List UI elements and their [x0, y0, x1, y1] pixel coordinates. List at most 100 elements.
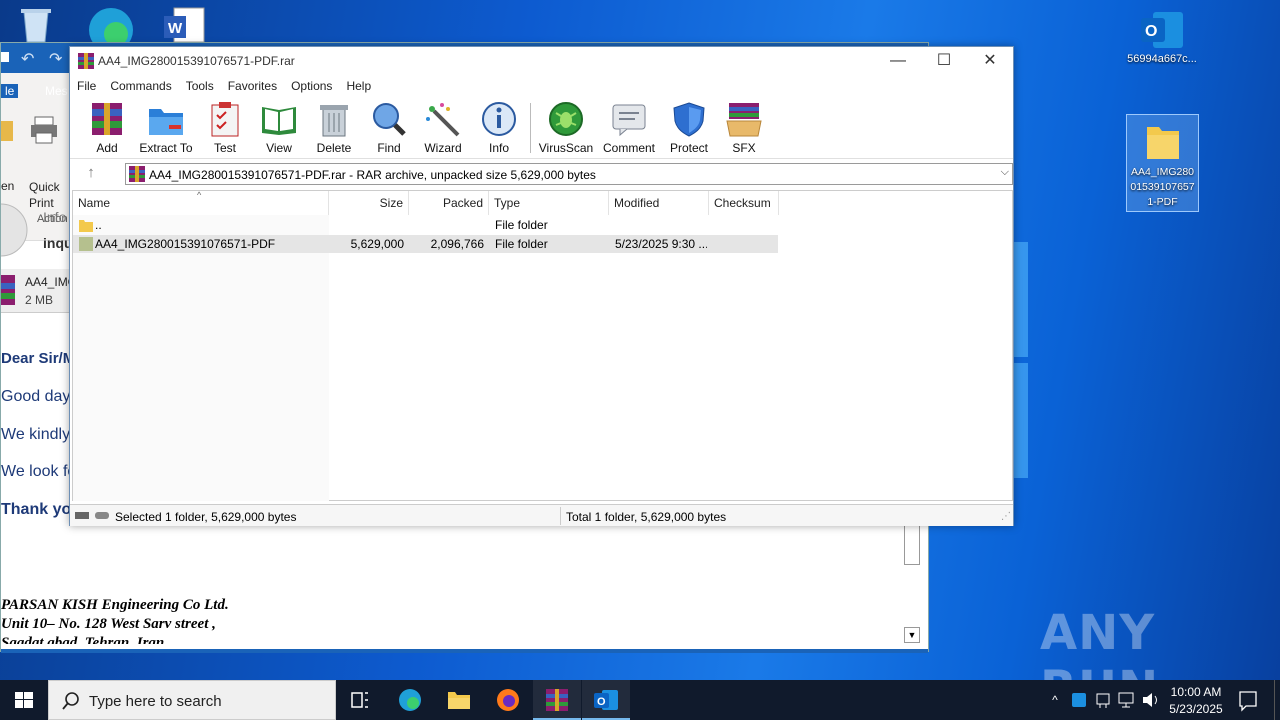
menu-tools[interactable]: Tools — [179, 75, 221, 93]
taskbar-search-box[interactable]: Type here to search — [48, 680, 336, 720]
file-list: Name ^ Size Packed Type Modified Checksum… — [72, 190, 1013, 501]
tray-usb[interactable] — [1092, 680, 1114, 720]
view-book-icon — [262, 107, 296, 135]
word-desktop-icon[interactable]: W — [162, 6, 208, 43]
resize-grip-icon[interactable]: ⋰ — [1001, 511, 1011, 522]
cell-packed: 2,096,766 — [430, 237, 484, 251]
menu-help[interactable]: Help — [339, 75, 378, 93]
cell-modified: 5/23/2025 9:30 ... — [615, 237, 707, 251]
scrollbar-thumb[interactable] — [904, 525, 920, 565]
maximize-icon: ☐ — [936, 52, 952, 69]
virusscan-label: VirusScan — [538, 141, 594, 155]
start-button[interactable] — [0, 680, 48, 720]
comment-button[interactable]: Comment — [600, 101, 658, 155]
show-desktop-button[interactable] — [1274, 680, 1280, 720]
close-icon: ✕ — [983, 52, 997, 69]
ribbon-open-label[interactable]: en — [1, 179, 14, 193]
add-button[interactable]: Add — [86, 101, 128, 155]
clock-time: 10:00 AM — [1170, 685, 1222, 699]
taskbar-outlook[interactable]: O — [582, 680, 630, 720]
maximize-button[interactable]: ☐ — [921, 47, 967, 75]
archive-path-field[interactable]: AA4_IMG280015391076571-PDF.rar - RAR arc… — [125, 163, 1013, 185]
parent-folder-icon — [79, 220, 93, 232]
column-header-checksum[interactable]: Checksum — [709, 191, 779, 215]
usb-device-icon — [1096, 693, 1110, 708]
notification-icon — [1239, 691, 1257, 712]
view-button[interactable]: View — [256, 101, 302, 155]
menu-options[interactable]: Options — [284, 75, 339, 93]
folder-icon — [448, 692, 470, 709]
body-line: We look fo — [1, 463, 77, 480]
taskbar-clock[interactable]: 10:00 AM 5/23/2025 — [1160, 684, 1232, 718]
quick-print-button[interactable]: Quick Print — [29, 179, 60, 211]
tray-network[interactable] — [1116, 680, 1138, 720]
winrar-icon — [546, 689, 568, 711]
table-row[interactable]: .. File folder — [73, 216, 778, 234]
wizard-button[interactable]: Wizard — [420, 101, 466, 155]
up-one-level-button[interactable]: ↑ — [80, 164, 102, 184]
column-header-name[interactable]: Name ^ — [73, 190, 329, 215]
menu-favorites[interactable]: Favorites — [221, 75, 284, 93]
edge-desktop-icon[interactable] — [86, 4, 136, 52]
cell-type: File folder — [495, 218, 548, 232]
action-center-button[interactable] — [1234, 680, 1262, 720]
menu-file[interactable]: File — [70, 75, 103, 93]
table-row[interactable]: AA4_IMG280015391076571-PDF 5,629,000 2,0… — [73, 235, 778, 253]
column-header-size[interactable]: Size — [329, 191, 409, 215]
winrar-titlebar[interactable]: AA4_IMG280015391076571-PDF.rar — ☐ ✕ — [70, 47, 1013, 75]
sfx-button[interactable]: SFX — [723, 101, 765, 155]
taskbar-file-explorer[interactable] — [435, 680, 483, 720]
body-line: Dear Sir/M — [1, 350, 76, 367]
list-name-column-bg — [73, 215, 329, 501]
outlook-shortcut-desktop-icon[interactable]: O 56994a667c... — [1123, 8, 1201, 78]
word-icon: W — [164, 7, 205, 43]
test-clipboard-icon — [211, 102, 239, 137]
network-icon — [1118, 692, 1134, 708]
virusscan-button[interactable]: VirusScan — [538, 101, 594, 155]
outlook-tray-icon — [1072, 693, 1086, 707]
chevron-down-icon[interactable]: ⌵ — [1001, 166, 1009, 179]
shield-icon — [673, 102, 705, 137]
delete-button[interactable]: Delete — [313, 101, 355, 155]
minimize-button[interactable]: — — [875, 47, 921, 75]
body-line: We kindly — [1, 426, 71, 443]
message-scrollbar[interactable]: ▼ — [904, 513, 920, 643]
tray-overflow-chevron[interactable]: ^ — [1044, 680, 1066, 720]
toolbar-separator — [530, 103, 531, 153]
outlook-icon: O — [594, 690, 618, 710]
column-header-type[interactable]: Type — [489, 191, 609, 215]
tray-outlook[interactable] — [1068, 680, 1090, 720]
scroll-down-arrow[interactable]: ▼ — [904, 627, 920, 643]
firefox-icon — [497, 689, 519, 711]
chevron-up-icon: ^ — [1052, 693, 1058, 707]
clock-date: 5/23/2025 — [1169, 702, 1223, 716]
signature-line: PARSAN KISH Engineering Co Ltd. — [1, 597, 229, 613]
recycle-bin-desktop-icon[interactable] — [14, 6, 58, 43]
info-button[interactable]: Info — [478, 101, 520, 155]
taskbar-firefox[interactable] — [484, 680, 532, 720]
quick-print-label-1: Quick — [29, 180, 60, 194]
test-button[interactable]: Test — [204, 101, 246, 155]
sfx-box-icon — [726, 103, 762, 137]
pdf-folder-desktop-icon[interactable]: AA4_IMG280015391076571-PDF — [1126, 114, 1199, 212]
column-header-packed[interactable]: Packed — [409, 191, 489, 215]
ribbon-tab-file-label[interactable]: le — [1, 84, 19, 98]
folder-icon — [1146, 127, 1179, 159]
windows-logo-icon — [15, 692, 33, 708]
close-button[interactable]: ✕ — [967, 47, 1013, 75]
svg-text:↶: ↶ — [21, 51, 34, 68]
taskbar-winrar[interactable] — [533, 680, 581, 720]
ribbon-tab-message[interactable]: Mes — [45, 84, 68, 98]
attachment-card[interactable]: AA4_IMG 2 MB — [1, 269, 77, 313]
tray-volume[interactable] — [1140, 680, 1160, 720]
column-header-modified[interactable]: Modified — [609, 191, 709, 215]
column-name-label: Name — [78, 196, 111, 210]
edge-icon — [89, 8, 133, 52]
taskbar-edge[interactable] — [386, 680, 434, 720]
open-icon — [1, 121, 13, 141]
find-button[interactable]: Find — [368, 101, 410, 155]
task-view-button[interactable] — [336, 680, 384, 720]
menu-commands[interactable]: Commands — [103, 75, 178, 93]
protect-button[interactable]: Protect — [668, 101, 710, 155]
extract-to-button[interactable]: Extract To — [138, 101, 194, 155]
